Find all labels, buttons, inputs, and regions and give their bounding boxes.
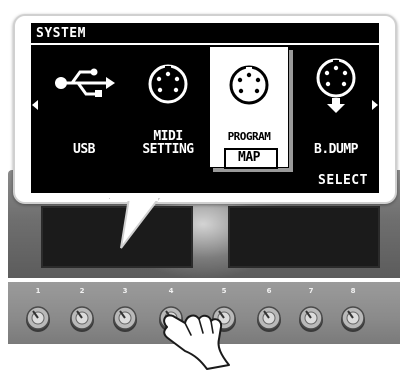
title-divider — [31, 43, 379, 45]
knob-number: 2 — [79, 287, 85, 295]
knob-6[interactable] — [256, 303, 282, 333]
lcd-zoom-callout: SYSTEM USB MIDI SETTING PROGRAM MAP B.DU… — [13, 14, 397, 249]
menu-item-label-line2: SETTING — [142, 142, 194, 157]
knob-1[interactable] — [25, 303, 51, 333]
select-soft-key[interactable]: SELECT — [318, 173, 368, 188]
knob-number: 8 — [350, 287, 356, 295]
menu-item-label-line2: MAP — [238, 150, 260, 165]
knob-number: 3 — [122, 287, 128, 295]
knob-number: 7 — [308, 287, 314, 295]
menu-item-program-map[interactable]: PROGRAM MAP — [209, 46, 289, 169]
menu-item-bulk-dump[interactable]: B.DUMP — [297, 51, 375, 161]
scroll-left-arrow-icon[interactable] — [32, 100, 38, 110]
menu-item-label: USB — [73, 142, 95, 157]
knob-number: 6 — [266, 287, 272, 295]
knob-8[interactable] — [340, 303, 366, 333]
midi-din-connector-icon — [147, 63, 189, 109]
pointing-hand-icon — [155, 305, 245, 374]
lcd-screen: SYSTEM USB MIDI SETTING PROGRAM MAP B.DU… — [31, 23, 379, 193]
menu-item-label: B.DUMP — [314, 142, 358, 157]
knob-7[interactable] — [298, 303, 324, 333]
menu-item-label-line1: PROGRAM — [227, 130, 271, 143]
menu-item-midi-setting[interactable]: MIDI SETTING — [129, 51, 207, 161]
menu-item-usb[interactable]: USB — [45, 51, 123, 161]
midi-din-connector-icon — [228, 64, 270, 110]
knob-2[interactable] — [69, 303, 95, 333]
usb-icon — [52, 63, 116, 107]
knob-number: 4 — [168, 287, 174, 295]
midi-din-with-down-arrow-icon — [315, 57, 357, 119]
callout-pointer — [109, 198, 161, 249]
knob-3[interactable] — [112, 303, 138, 333]
screen-title: SYSTEM — [36, 26, 86, 41]
knob-number: 5 — [221, 287, 227, 295]
knob-number: 1 — [35, 287, 41, 295]
